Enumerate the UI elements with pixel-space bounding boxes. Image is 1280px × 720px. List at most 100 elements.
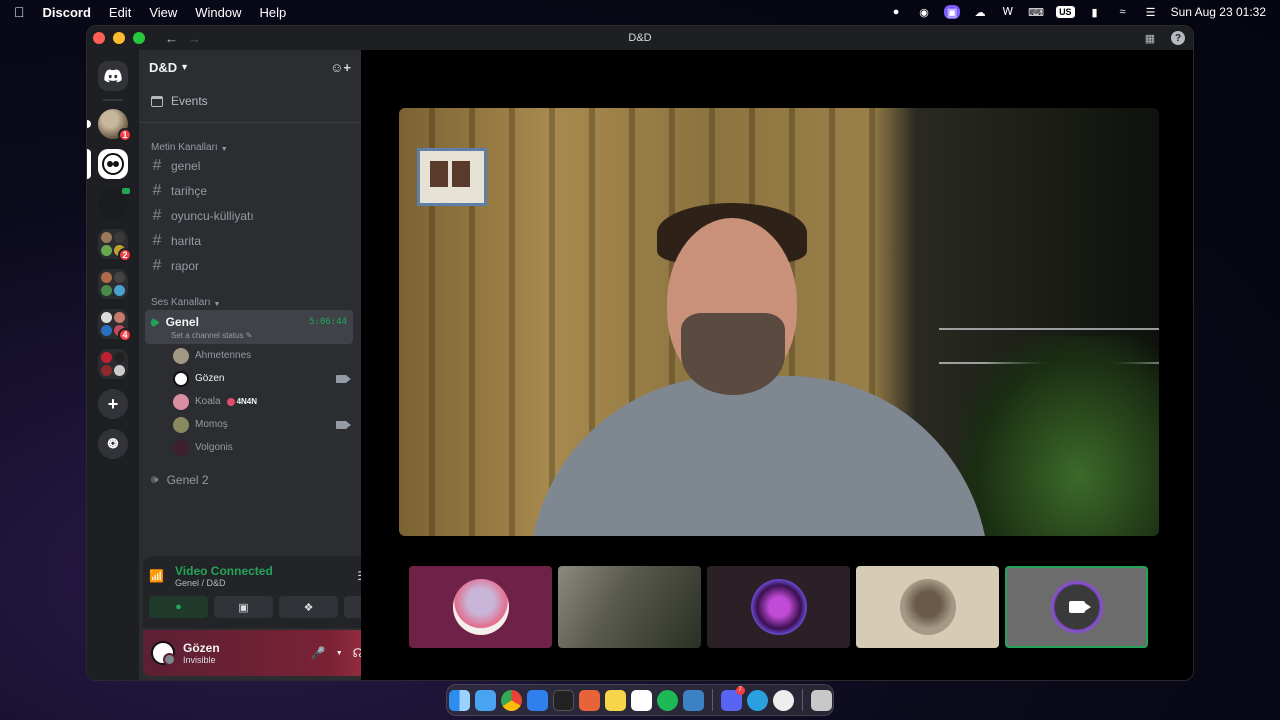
cloud-icon[interactable]: ☁ — [972, 5, 988, 19]
participant-tile[interactable] — [856, 566, 999, 648]
plus-icon: + — [107, 393, 119, 414]
screen-share-icon: ▣ — [238, 601, 249, 614]
zoom-window-button[interactable] — [133, 32, 145, 44]
minimize-window-button[interactable] — [113, 32, 125, 44]
activity-monitor-icon[interactable] — [772, 689, 794, 711]
participant-tile[interactable] — [707, 566, 850, 648]
slack-icon[interactable] — [630, 689, 652, 711]
server-icon-panda[interactable] — [87, 149, 128, 179]
category-text-channels[interactable]: Metin Kanalları ▼ — [139, 131, 361, 153]
voice-channel-genel-2[interactable]: 🕪 Genel 2 — [147, 467, 353, 492]
server-folder[interactable] — [98, 349, 128, 379]
guild-name: D&D — [149, 59, 178, 75]
set-channel-status[interactable]: Set a channel status ✎ — [171, 331, 353, 340]
screen-share-button[interactable]: ▣ — [214, 596, 273, 618]
participant-tile[interactable] — [409, 566, 552, 648]
camera-toggle-button[interactable]: ● — [149, 596, 208, 618]
participant-tile[interactable] — [558, 566, 701, 648]
dock-separator — [801, 689, 803, 711]
menu-app-name[interactable]: Discord — [43, 5, 91, 20]
trash-icon[interactable] — [810, 689, 832, 711]
avatar — [452, 579, 509, 635]
menu-help[interactable]: Help — [260, 5, 287, 20]
channel-genel[interactable]: # genel — [147, 153, 353, 178]
category-voice-channels[interactable]: Ses Kanalları ▼ — [139, 286, 361, 308]
inbox-icon[interactable]: ▦ — [1143, 31, 1157, 45]
direct-messages-button[interactable] — [98, 61, 128, 91]
channel-rapor[interactable]: # rapor — [147, 253, 353, 278]
activities-icon: ❖ — [303, 601, 314, 614]
help-icon[interactable]: ? — [1171, 31, 1185, 45]
wifi-icon[interactable]: ≈ — [1115, 5, 1131, 19]
compass-icon: ❂ — [107, 436, 119, 451]
voice-user[interactable]: Koala 4N4N — [173, 390, 347, 413]
unity-icon[interactable] — [552, 689, 574, 711]
app-store-icon[interactable] — [682, 689, 704, 711]
activities-button[interactable]: ❖ — [279, 596, 338, 618]
menu-window[interactable]: Window — [195, 5, 241, 20]
microphone-icon[interactable]: 🎤 — [311, 646, 326, 660]
discover-button[interactable]: ❂ — [98, 429, 128, 459]
record-icon[interactable]: ● — [888, 5, 904, 19]
chevron-down-icon[interactable]: ▼ — [336, 650, 343, 657]
close-window-button[interactable] — [93, 32, 105, 44]
participant-tile-self[interactable] — [1005, 566, 1148, 648]
voice-channel-label: Genel — [165, 315, 199, 329]
guild-header[interactable]: D&D ▼ ☺+ — [139, 50, 361, 84]
user-info[interactable]: Gözen Invisible — [183, 641, 220, 665]
window-controls — [93, 32, 145, 44]
channel-oyuncu-kulliyati[interactable]: # oyuncu-külliyatı — [147, 203, 353, 228]
menu-view[interactable]: View — [149, 5, 177, 20]
chrome-icon[interactable] — [500, 689, 522, 711]
menubar-clock[interactable]: Sun Aug 23 01:32 — [1171, 5, 1266, 19]
channel-label: rapor — [171, 258, 200, 273]
discord-icon[interactable]: 7 — [720, 685, 745, 711]
invite-people-icon[interactable]: ☺+ — [330, 60, 351, 75]
server-icon[interactable]: 1 — [87, 109, 132, 142]
connection-location[interactable]: Genel / D&D — [175, 578, 273, 588]
apple-icon[interactable]:  — [14, 4, 25, 20]
claude-icon[interactable] — [578, 689, 600, 711]
connection-status[interactable]: Video Connected — [175, 564, 273, 578]
voice-user[interactable]: Momoş — [173, 413, 351, 436]
wall-picture — [417, 148, 487, 206]
steam-icon[interactable]: ◉ — [916, 5, 932, 19]
bluetooth-icon[interactable]: Ꮃ — [1000, 5, 1016, 19]
channel-harita[interactable]: # harita — [147, 228, 353, 253]
notes-icon[interactable] — [604, 689, 626, 711]
xcode-icon[interactable] — [526, 689, 548, 711]
browser-icon[interactable] — [746, 689, 768, 711]
control-center-icon[interactable]: ☰ — [1143, 5, 1159, 19]
focused-video-stream[interactable] — [399, 108, 1159, 536]
voice-user[interactable]: Ahmetennes — [173, 344, 347, 367]
camera-icon — [336, 374, 351, 383]
camera-icon — [336, 420, 351, 429]
menu-edit[interactable]: Edit — [109, 5, 131, 20]
avatar[interactable] — [151, 641, 176, 666]
hash-icon: # — [152, 256, 162, 274]
mail-icon[interactable] — [474, 689, 496, 711]
pencil-icon: ✎ — [245, 330, 253, 340]
voice-user[interactable]: Volgonis — [173, 436, 347, 459]
forward-arrow-icon[interactable]: → — [188, 31, 201, 46]
server-folder[interactable]: 4 — [98, 309, 132, 342]
channel-tarihce[interactable]: # tarihçe — [147, 178, 353, 203]
voice-user[interactable]: Gözen — [173, 367, 351, 390]
server-folder[interactable]: 2 — [98, 229, 132, 262]
mention-badge: 2 — [118, 248, 132, 262]
server-icon-dark[interactable] — [98, 186, 132, 219]
input-source-indicator[interactable]: US — [1056, 6, 1075, 18]
add-server-button[interactable]: + — [98, 389, 128, 419]
finder-icon[interactable] — [448, 689, 470, 711]
screen-share-icon[interactable]: ▣ — [944, 5, 961, 19]
back-arrow-icon[interactable]: ← — [165, 31, 178, 46]
voice-user-name: Ahmetennes — [195, 350, 252, 361]
gamepad-icon[interactable]: ⌨ — [1028, 5, 1044, 19]
server-folder[interactable] — [98, 269, 128, 299]
events-item[interactable]: Events — [147, 86, 353, 116]
battery-icon[interactable]: ▮ — [1087, 5, 1103, 19]
video-stage — [361, 50, 1193, 680]
voice-channel-genel[interactable]: 🕪 Genel 5:06:44 Set a channel status ✎ — [145, 310, 353, 344]
signal-strength-icon[interactable]: 📶 — [149, 569, 167, 583]
spotify-icon[interactable] — [656, 689, 678, 711]
